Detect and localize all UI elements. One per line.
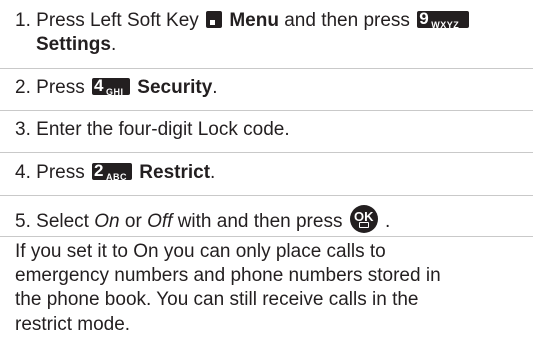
step-3: 3. Enter the four-digit Lock code.: [15, 119, 290, 141]
divider: [0, 195, 533, 196]
note-line: emergency numbers and phone numbers stor…: [15, 265, 441, 286]
step-text: with and then press: [177, 211, 343, 232]
step-text: Select: [36, 211, 89, 232]
step-number: 3.: [15, 119, 31, 140]
key-label-security: Security: [137, 77, 213, 98]
note-line: restrict mode.: [15, 314, 131, 335]
step-text: Press Left Soft Key: [36, 10, 199, 31]
step-text: Enter the four-digit Lock code.: [36, 119, 290, 140]
step-number: 2.: [15, 77, 31, 98]
key-label-settings: Settings: [36, 34, 111, 55]
key-4-ghi-icon: 4 GHI: [92, 76, 130, 97]
step-5: 5. Select On or Off with and then press …: [15, 205, 390, 233]
divider: [0, 110, 533, 111]
left-soft-key-icon: [206, 11, 223, 28]
step-text: Press: [36, 77, 85, 98]
step-text: and then press: [284, 10, 410, 31]
divider: [0, 236, 533, 237]
step-4: 4. Press 2 ABC Restrict.: [15, 161, 216, 183]
key-9-wxyz-icon: 9 WXYZ: [417, 9, 470, 30]
key-2-abc-icon: 2 ABC: [92, 161, 132, 182]
step-number: 4.: [15, 162, 31, 183]
step-number: 1.: [15, 10, 31, 31]
note-line: the phone book. You can still receive ca…: [15, 289, 419, 310]
step-text: Press: [36, 162, 85, 183]
step-2: 2. Press 4 GHI Security.: [15, 76, 218, 98]
ok-camera-key-icon: OK: [349, 205, 378, 233]
option-off: Off: [147, 211, 173, 232]
step-1: 1. Press Left Soft Key Menu and then pre…: [15, 9, 471, 32]
key-label-menu: Menu: [229, 10, 279, 31]
note-line: If you set it to On you can only place c…: [15, 241, 386, 262]
option-on: On: [94, 211, 120, 232]
divider: [0, 152, 533, 153]
key-label-restrict: Restrict: [139, 162, 211, 183]
step-number: 5.: [15, 211, 31, 232]
divider: [0, 68, 533, 69]
step-1-continued: Settings.: [36, 34, 117, 55]
